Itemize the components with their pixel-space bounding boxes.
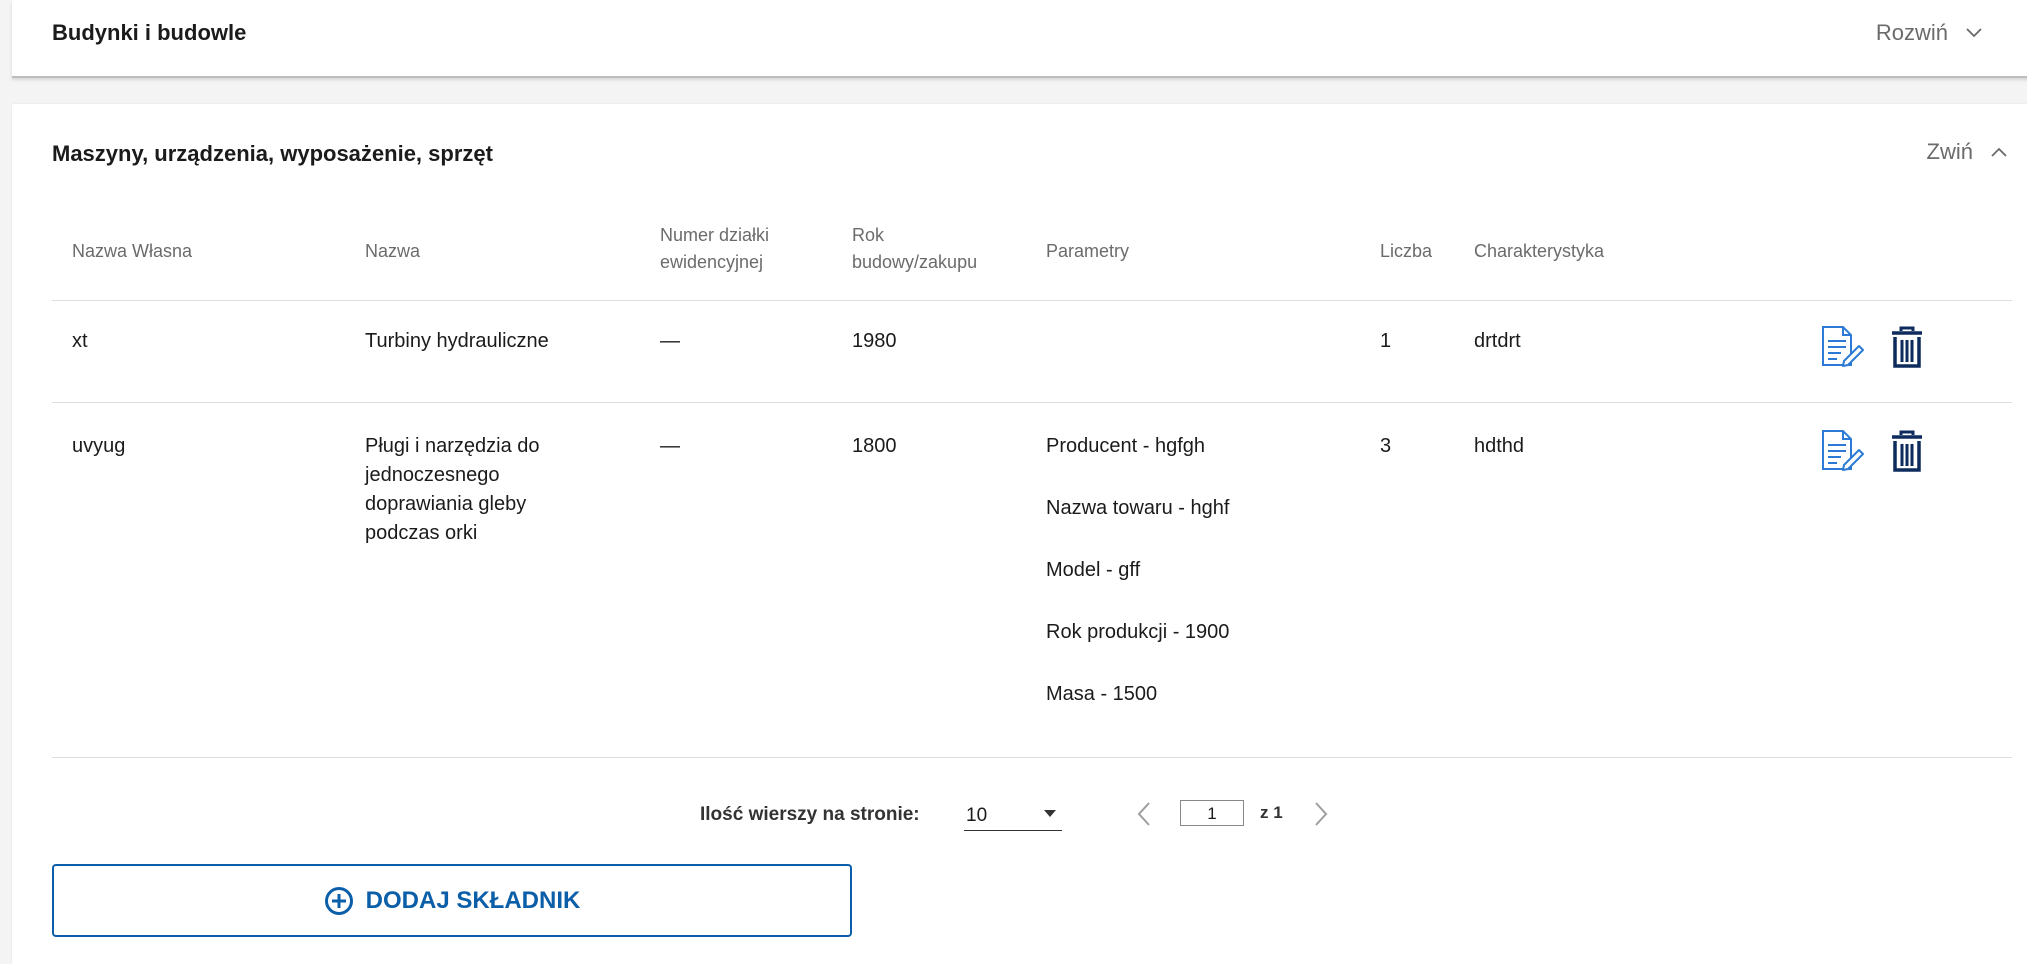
cell-numer-dzialki: — — [660, 330, 680, 352]
header-liczba: Liczba — [1380, 241, 1433, 261]
row-divider — [52, 757, 2012, 758]
header-line: Numer działki — [660, 225, 770, 245]
delete-button[interactable] — [1890, 430, 1924, 477]
param-item: Nazwa towaru - hghf — [1046, 497, 1230, 519]
edit-document-icon — [1822, 326, 1864, 367]
edit-button[interactable] — [1819, 429, 1867, 478]
row-divider — [52, 402, 2012, 403]
cell-line: jednoczesnego — [365, 464, 500, 486]
header-divider — [52, 300, 2012, 301]
cell-liczba: 3 — [1380, 435, 1392, 457]
edit-button[interactable] — [1819, 325, 1867, 374]
header-rok: Rok budowy/zakupu — [852, 222, 977, 276]
next-page-button[interactable] — [1313, 801, 1329, 832]
cell-line: Pługi i narzędzia do — [365, 435, 540, 457]
chevron-left-icon — [1137, 802, 1150, 826]
cell-line: podczas orki — [365, 522, 478, 544]
trash-icon — [1892, 326, 1922, 368]
rows-per-page-value: 10 — [966, 805, 988, 826]
cell-liczba: 1 — [1380, 330, 1392, 352]
cell-charakterystyka: hdthd — [1474, 435, 1525, 457]
header-line: Rok — [852, 225, 885, 245]
add-button-label: DODAJ SKŁADNIK — [365, 886, 581, 914]
header-nazwa-wlasna: Nazwa Własna — [72, 241, 193, 261]
section-title: Budynki i budowle — [52, 20, 247, 45]
header-nazwa: Nazwa — [365, 241, 421, 261]
edit-document-icon — [1822, 430, 1864, 471]
cell-parametry: Producent - hgfgh Nazwa towaru - hghf Mo… — [1046, 432, 1229, 742]
prev-page-button[interactable] — [1136, 801, 1152, 832]
section-maszyny — [12, 104, 2027, 964]
param-item: Producent - hgfgh — [1046, 435, 1205, 457]
param-item: Model - gff — [1046, 559, 1141, 581]
rows-per-page-label: Ilość wierszy na stronie: — [700, 804, 920, 825]
collapse-toggle[interactable]: Zwiń — [1927, 139, 2007, 165]
page-number-input[interactable]: 1 — [1180, 800, 1244, 826]
header-numer-dzialki: Numer działki ewidencyjnej — [660, 222, 769, 276]
cell-rok: 1980 — [852, 330, 897, 352]
cell-numer-dzialki: — — [660, 435, 680, 457]
cell-nazwa: Pługi i narzędzia do jednoczesnego dopra… — [365, 432, 540, 548]
add-component-button[interactable]: DODAJ SKŁADNIK — [52, 864, 852, 937]
header-line: ewidencyjnej — [660, 252, 764, 272]
chevron-right-icon — [1315, 802, 1328, 826]
expand-toggle[interactable]: Rozwiń — [1876, 20, 1982, 46]
cell-rok: 1800 — [852, 435, 897, 457]
plus-circle-icon — [324, 886, 353, 915]
toggle-label: Zwiń — [1926, 139, 1973, 164]
trash-icon — [1892, 430, 1922, 472]
param-item: Masa - 1500 — [1046, 683, 1158, 705]
chevron-up-icon — [1991, 147, 2007, 157]
cell-nazwa: Turbiny hydrauliczne — [365, 330, 549, 352]
delete-button[interactable] — [1890, 326, 1924, 373]
cell-charakterystyka: drtdrt — [1474, 330, 1521, 352]
cell-nazwa-wlasna: uvyug — [72, 435, 126, 457]
page-count-label: z 1 — [1260, 803, 1283, 822]
toggle-label: Rozwiń — [1875, 20, 1948, 45]
cell-nazwa-wlasna: xt — [72, 330, 88, 352]
header-charakterystyka: Charakterystyka — [1474, 241, 1605, 261]
cell-line: doprawiania gleby — [365, 493, 527, 515]
caret-down-icon — [1044, 810, 1056, 817]
rows-per-page-select[interactable]: 10 — [964, 800, 1062, 831]
section-title: Maszyny, urządzenia, wyposażenie, sprzęt — [52, 141, 493, 166]
header-line: budowy/zakupu — [852, 252, 978, 272]
param-item: Rok produkcji - 1900 — [1046, 621, 1230, 643]
section-budynki: Budynki i budowle Rozwiń — [12, 0, 2027, 78]
header-parametry: Parametry — [1046, 241, 1130, 261]
chevron-down-icon — [1966, 28, 1982, 38]
